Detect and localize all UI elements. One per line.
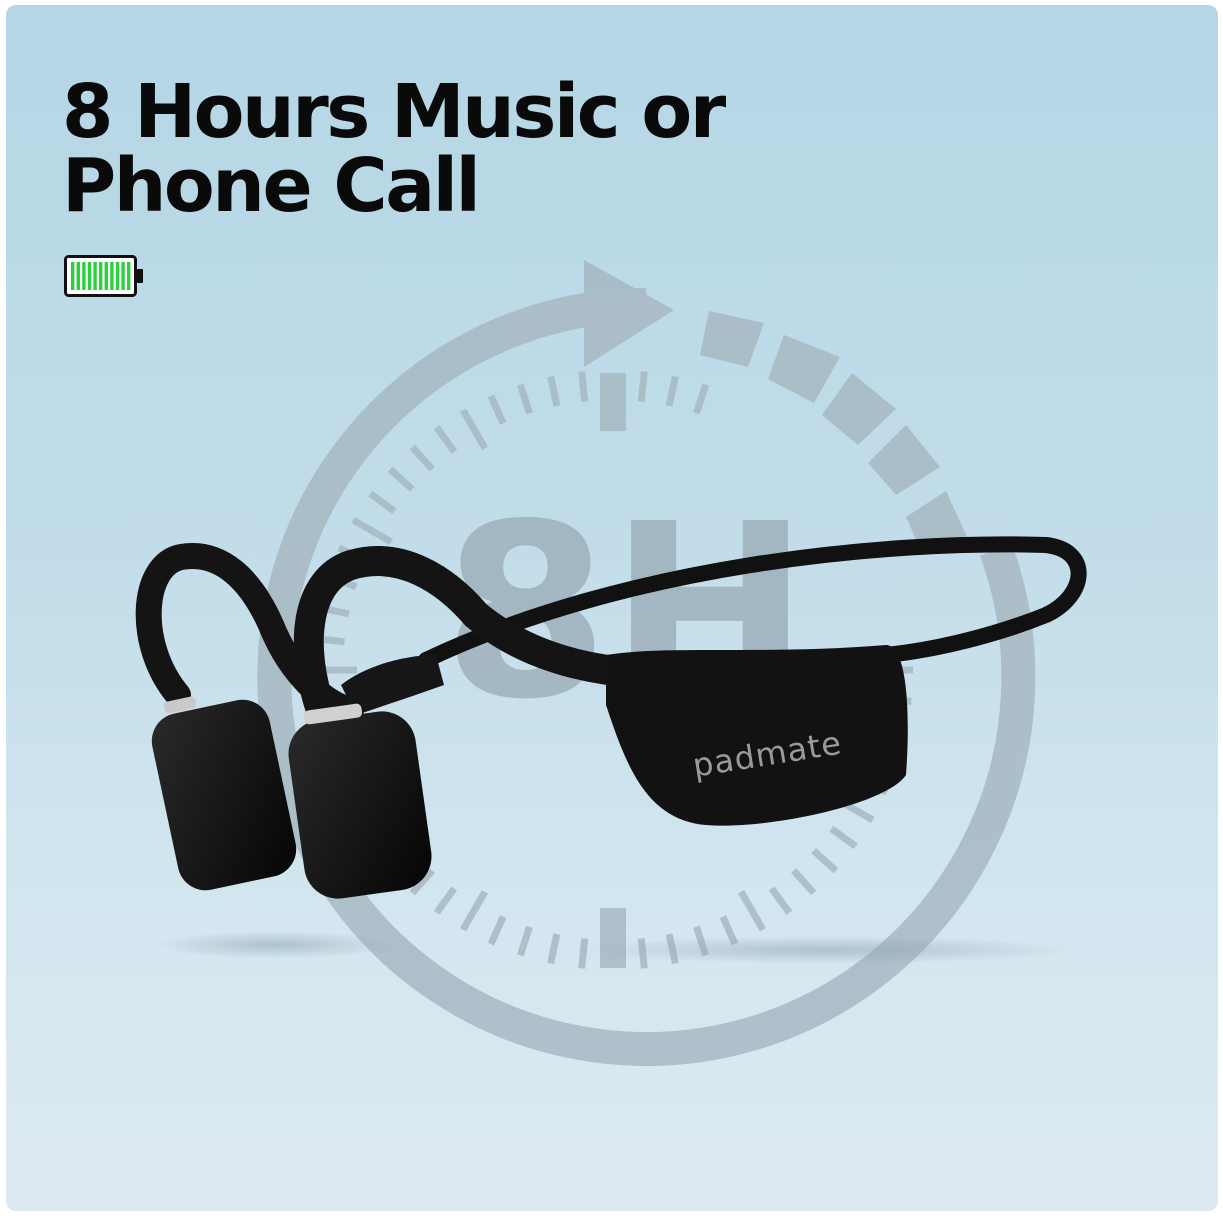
clock-tick [829, 825, 858, 850]
clock-tick [547, 375, 561, 407]
battery-bar [99, 262, 103, 290]
headline-line-2: Phone Call [62, 143, 481, 229]
clock-tick [637, 371, 648, 402]
clock-tick [487, 915, 507, 946]
battery-bar [104, 262, 108, 290]
clock-tick [459, 889, 489, 932]
clock-tick [737, 889, 767, 932]
battery-bar [93, 262, 97, 290]
clock-tick [351, 516, 394, 546]
battery-bar [76, 262, 80, 290]
clock-tick [578, 371, 589, 402]
clock-tick [516, 925, 533, 957]
product-card: 8H padmate 8 Hours Music or Phone Call [6, 5, 1218, 1211]
clock-tick [433, 886, 458, 915]
clock-tick [368, 490, 397, 515]
battery-bar [87, 262, 92, 290]
headline-line-1: 8 Hours Music or [62, 69, 726, 155]
clock-tick [459, 408, 489, 451]
clock-tick [409, 444, 435, 472]
clock-tick [791, 868, 817, 896]
clock-tick [387, 466, 415, 492]
clock-tick [693, 383, 710, 415]
battery-full-icon [64, 255, 143, 297]
clock-tick [487, 394, 507, 425]
battery-bar [127, 262, 131, 290]
battery-bar [121, 262, 125, 290]
clock-tick [768, 886, 793, 915]
clock-tick [433, 425, 458, 454]
clock-tick [665, 375, 679, 407]
battery-bar [71, 262, 75, 290]
clock-tick [811, 848, 839, 874]
headline: 8 Hours Music or Phone Call [62, 69, 726, 229]
battery-bar [110, 262, 114, 290]
clock-tick [547, 933, 561, 965]
battery-bar [115, 262, 120, 290]
clock-tick [516, 383, 533, 415]
battery-bar [82, 262, 86, 290]
